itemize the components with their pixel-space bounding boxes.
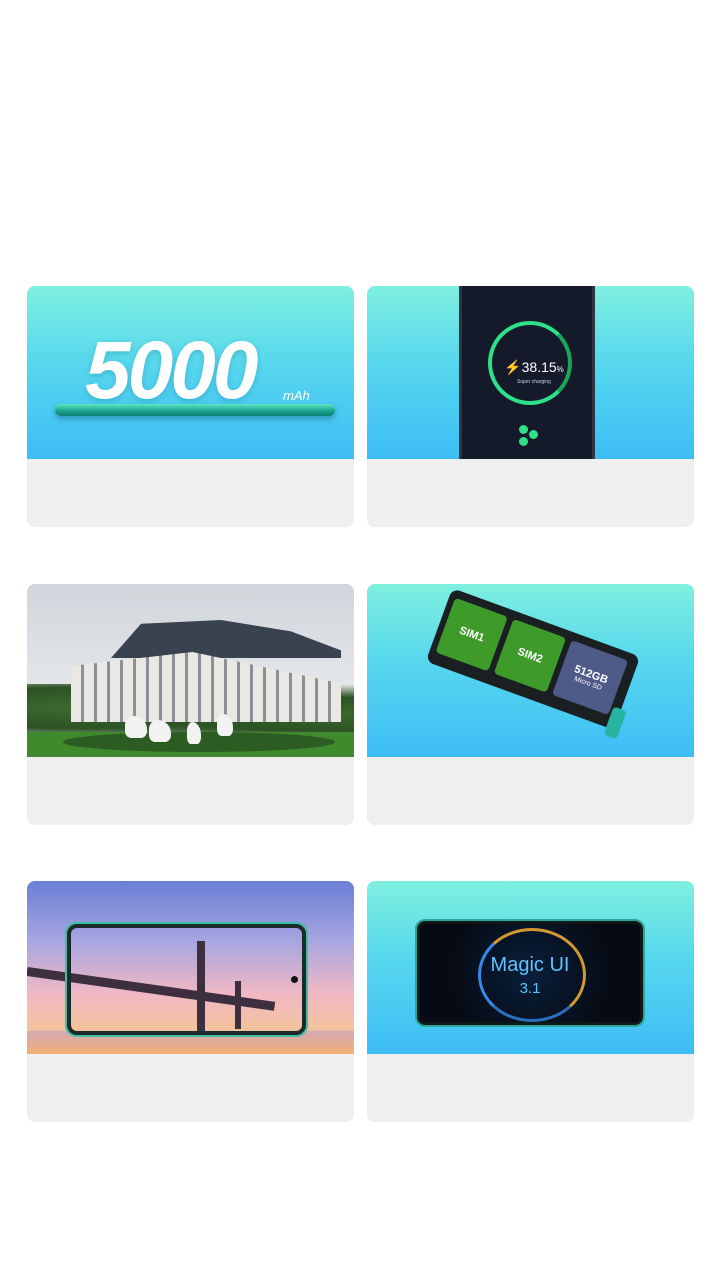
sd-slot: 512GB Micro SD	[551, 640, 629, 716]
card-caption	[367, 459, 694, 527]
magic-ui-card[interactable]: Magic UI 3.1	[367, 881, 694, 1122]
camera-icon	[291, 976, 298, 983]
card-caption	[367, 1054, 694, 1122]
phone-screen: ⚡38.15% Super charging	[459, 286, 595, 459]
magic-ui-version: 3.1	[519, 980, 541, 997]
charging-image: ⚡38.15% Super charging	[367, 286, 694, 459]
dot	[529, 430, 538, 439]
magic-ui-image: Magic UI 3.1	[367, 881, 694, 1054]
battery-unit: mAh	[283, 388, 310, 403]
dot	[519, 425, 528, 434]
phone-screen: Magic UI 3.1	[417, 921, 643, 1025]
building	[71, 620, 341, 722]
dot	[519, 437, 528, 446]
charge-status: Super charging	[517, 379, 551, 385]
card-caption	[27, 1054, 354, 1122]
design-card[interactable]	[27, 584, 354, 825]
display-card[interactable]	[27, 881, 354, 1122]
card-caption	[367, 757, 694, 825]
magic-ui-title: Magic UI	[490, 954, 570, 976]
charging-card[interactable]: ⚡38.15% Super charging	[367, 286, 694, 527]
sim-tray-card[interactable]: SIM1 SIM2 512GB Micro SD	[367, 584, 694, 825]
battery-image: 5000 mAh	[27, 286, 354, 459]
charge-percent: 38.15	[521, 359, 557, 375]
sim1-slot: SIM1	[435, 597, 508, 672]
sim-tray-image: SIM1 SIM2 512GB Micro SD	[367, 584, 694, 757]
building-photo	[27, 584, 354, 757]
battery-card[interactable]: 5000 mAh	[27, 286, 354, 527]
charging-ring: ⚡38.15% Super charging	[488, 321, 572, 405]
percent-symbol: %	[556, 365, 564, 374]
feature-grid: 5000 mAh ⚡38.15% Super charging SIM1 SIM…	[0, 0, 720, 1280]
phone-frame	[67, 924, 306, 1035]
phone-side-image	[55, 404, 335, 416]
bridge-image	[27, 881, 354, 1054]
card-caption	[27, 459, 354, 527]
sim2-slot: SIM2	[493, 618, 567, 693]
sim-tray: SIM1 SIM2 512GB Micro SD	[425, 588, 641, 740]
card-caption	[27, 757, 354, 825]
bolt-icon: ⚡	[504, 359, 522, 375]
